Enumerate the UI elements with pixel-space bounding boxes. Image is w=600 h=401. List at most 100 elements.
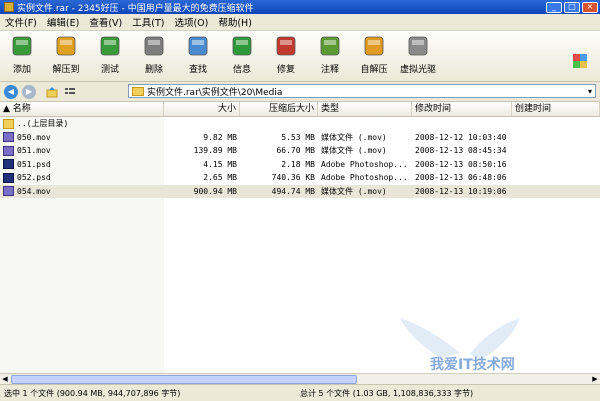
status-total: 总计 5 个文件 (1.03 GB, 1,108,836,333 字节) xyxy=(300,388,474,398)
menu-edit[interactable]: 编辑(E) xyxy=(42,15,84,29)
toolbar-button-8[interactable]: 自解压 xyxy=(352,31,396,81)
table-row[interactable]: ..(上层目录) xyxy=(0,117,600,131)
cell-name-text: 054.mov xyxy=(17,186,51,196)
cell-packed-size: 5.53 MB xyxy=(240,131,318,145)
cell-size: 900.94 MB xyxy=(164,185,240,199)
menu-view[interactable]: 查看(V) xyxy=(84,15,127,29)
window-title: 实例文件.rar - 2345好压 - 中国用户量最大的免费压缩软件 xyxy=(17,3,254,14)
maximize-button[interactable]: □ xyxy=(564,1,580,13)
cell-size-text: 2.65 MB xyxy=(203,173,237,182)
address-path: 实例文件.rar\实例文件\20\Media xyxy=(147,87,283,98)
cell-name: 052.psd xyxy=(0,171,164,185)
toolbar-button-1[interactable]: 解压到 xyxy=(44,31,88,81)
cell-name-text: 051.psd xyxy=(17,159,51,169)
psd-file-icon xyxy=(3,172,14,183)
cell-name: 051.psd xyxy=(0,158,164,172)
cell-created xyxy=(512,171,600,185)
forward-arrow-icon[interactable]: ▶ xyxy=(22,84,36,99)
toolbar-button-2[interactable]: 测试 xyxy=(88,31,132,81)
cell-created xyxy=(512,158,600,172)
toolbar-button-label: 信息 xyxy=(232,65,251,75)
table-row[interactable]: 051.mov 139.89 MB 66.70 MB 媒体文件 (.mov) 2008-… xyxy=(0,144,600,158)
cell-name: 054.mov xyxy=(0,185,164,199)
cell-modified-text: 2008-12-13 10:19:06 xyxy=(415,186,507,196)
skin-palette-icon[interactable] xyxy=(572,53,588,69)
menu-bar: 文件(F) 编辑(E) 查看(V) 工具(T) 选项(O) 帮助(H) xyxy=(0,14,600,31)
cell-size: 139.89 MB xyxy=(164,144,240,158)
cell-name-text: ..(上层目录) xyxy=(17,119,69,128)
table-row[interactable]: 054.mov 900.94 MB 494.74 MB 媒体文件 (.mov) 2008… xyxy=(0,184,600,199)
cell-type: Adobe Photoshop... xyxy=(318,171,412,185)
add-archive-icon xyxy=(12,36,32,56)
column-modified[interactable]: 修改时间 xyxy=(412,102,512,116)
cell-size-text: 4.15 MB xyxy=(203,159,237,169)
address-field[interactable]: 实例文件.rar\实例文件\20\Media ▾ xyxy=(128,84,596,98)
cell-packed-size xyxy=(240,117,318,131)
toolbar-button-6[interactable]: 修复 xyxy=(264,31,308,81)
table-row[interactable]: 052.psd 2.65 MB 740.36 KB Adobe Photoshop..… xyxy=(0,171,600,185)
toolbar: 添加 解压到 测试 删除 查找 信息 修复 注释 自解压 虚拟光驱 xyxy=(0,31,600,82)
table-row[interactable]: 051.psd 4.15 MB 2.18 MB Adobe Photoshop... 2… xyxy=(0,158,600,172)
column-size[interactable]: 大小 xyxy=(164,102,240,116)
cell-type: 媒体文件 (.mov) xyxy=(318,131,412,145)
notepad-pencil-icon xyxy=(320,36,340,56)
mov-file-icon xyxy=(3,186,14,197)
menu-file[interactable]: 文件(F) xyxy=(0,15,42,29)
app-icon xyxy=(4,2,14,12)
menu-tools[interactable]: 工具(T) xyxy=(127,15,169,29)
cell-type: 媒体文件 (.mov) xyxy=(318,144,412,158)
cell-modified: 2008-12-13 08:45:34 xyxy=(412,144,512,158)
view-mode-icon[interactable] xyxy=(64,86,76,98)
toolbar-button-label: 虚拟光驱 xyxy=(399,65,436,75)
menu-options[interactable]: 选项(O) xyxy=(169,15,213,29)
toolbar-button-9[interactable]: 虚拟光驱 xyxy=(396,31,440,81)
cell-created xyxy=(512,131,600,145)
cell-size: 9.82 MB xyxy=(164,131,240,145)
cell-packed-size-text: 2.18 MB xyxy=(281,159,315,169)
cell-type-text: 媒体文件 (.mov) xyxy=(321,132,387,142)
scroll-left-icon[interactable]: ◀ xyxy=(0,374,10,384)
toolbar-button-0[interactable]: 添加 xyxy=(0,31,44,81)
cell-packed-size-text: 5.53 MB xyxy=(281,132,315,142)
status-selected: 选中 1 个文件 (900.94 MB, 944,707,896 字节) xyxy=(4,388,181,398)
cell-modified-text: 2008-12-12 10:03:40 xyxy=(415,132,507,142)
column-created[interactable]: 创建时间 xyxy=(512,102,600,116)
column-header: ▲ 名称 大小 压缩后大小 类型 修改时间 创建时间 xyxy=(0,102,600,117)
cell-modified-text: 2008-12-13 08:50:16 xyxy=(415,159,507,169)
close-button[interactable]: × xyxy=(582,1,598,13)
cell-created xyxy=(512,144,600,158)
back-arrow-icon[interactable]: ◀ xyxy=(4,84,18,99)
menu-help[interactable]: 帮助(H) xyxy=(213,15,257,29)
first-aid-kit-icon xyxy=(276,36,296,56)
toolbar-button-3[interactable]: 删除 xyxy=(132,31,176,81)
toolbar-button-4[interactable]: 查找 xyxy=(176,31,220,81)
scroll-thumb[interactable] xyxy=(11,375,357,384)
chevron-down-icon[interactable]: ▾ xyxy=(585,87,595,96)
trash-can-icon xyxy=(144,36,164,56)
cell-packed-size: 2.18 MB xyxy=(240,158,318,172)
column-packed-size[interactable]: 压缩后大小 xyxy=(240,102,318,116)
column-name[interactable]: ▲ 名称 xyxy=(0,102,164,116)
toolbar-button-label: 解压到 xyxy=(52,65,80,75)
toolbar-button-label: 修复 xyxy=(276,65,295,75)
cell-size-text: 900.94 MB xyxy=(193,186,237,196)
toolbar-button-7[interactable]: 注释 xyxy=(308,31,352,81)
cell-size: 2.65 MB xyxy=(164,171,240,185)
cell-type xyxy=(318,117,412,131)
toolbar-button-label: 测试 xyxy=(100,65,119,75)
cell-modified: 2008-12-13 06:48:06 xyxy=(412,171,512,185)
column-type[interactable]: 类型 xyxy=(318,102,412,116)
cell-packed-size-text: 494.74 MB xyxy=(271,186,315,196)
minimize-button[interactable]: _ xyxy=(546,1,562,13)
cell-size-text: 139.89 MB xyxy=(193,146,237,155)
magnifier-icon xyxy=(188,36,208,56)
up-folder-icon[interactable] xyxy=(46,86,58,98)
mov-file-icon xyxy=(3,145,14,156)
virtual-drive-icon xyxy=(408,36,428,56)
toolbar-button-5[interactable]: 信息 xyxy=(220,31,264,81)
cell-packed-size-text: 740.36 KB xyxy=(271,173,315,182)
cell-name-text: 052.psd xyxy=(17,173,51,182)
cell-name-text: 050.mov xyxy=(17,132,51,142)
cell-name: 051.mov xyxy=(0,144,164,158)
table-row[interactable]: 050.mov 9.82 MB 5.53 MB 媒体文件 (.mov) 2008-12-… xyxy=(0,131,600,145)
